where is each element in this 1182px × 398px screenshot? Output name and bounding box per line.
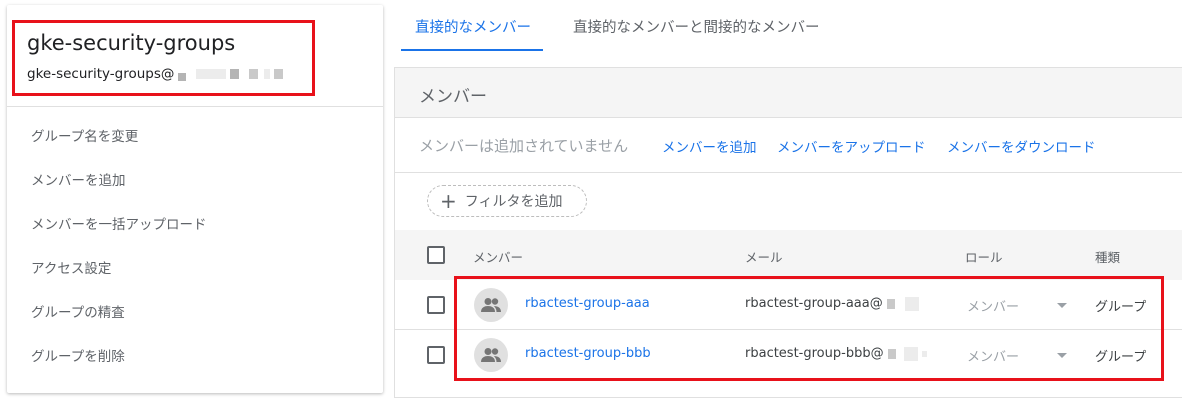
group-email-text: gke-security-groups@ — [27, 66, 175, 82]
column-header-role: ロール — [965, 250, 1003, 265]
member-type: グループ — [1095, 300, 1147, 315]
row-checkbox[interactable] — [427, 296, 445, 314]
member-type: グループ — [1095, 350, 1147, 365]
group-header: gke-security-groups gke-security-groups@ — [7, 5, 383, 107]
menu-item-add-member[interactable]: メンバーを追加 — [7, 159, 383, 203]
redacted-text — [887, 348, 896, 359]
tab-direct-members[interactable]: 直接的なメンバー — [415, 16, 531, 37]
group-icon — [481, 348, 501, 362]
members-panel: メンバー メンバーは追加されていません メンバーを追加 メンバーをアップロード … — [394, 67, 1182, 398]
redacted-text — [249, 69, 259, 79]
member-email: rbactest-group-aaa@ — [745, 296, 919, 311]
menu-item-bulk-upload-members[interactable]: メンバーを一括アップロード — [7, 203, 383, 247]
group-actions-menu: グループ名を変更 メンバーを追加 メンバーを一括アップロード アクセス設定 グル… — [7, 115, 383, 379]
menu-item-audit-group[interactable]: グループの精査 — [7, 291, 383, 335]
table-row: rbactest-group-aaa rbactest-group-aaa@ メ… — [395, 280, 1182, 330]
member-name-link[interactable]: rbactest-group-aaa — [525, 296, 650, 311]
role-dropdown[interactable]: メンバー — [967, 340, 1071, 370]
row-checkbox[interactable] — [427, 346, 445, 364]
avatar — [474, 338, 508, 372]
avatar — [474, 288, 508, 322]
add-member-link[interactable]: メンバーを追加 — [662, 136, 757, 156]
panel-title: メンバー — [419, 87, 487, 107]
redacted-text — [886, 298, 895, 309]
column-header-email: メール — [745, 250, 783, 265]
role-value: メンバー — [967, 300, 1020, 315]
menu-item-rename-group[interactable]: グループ名を変更 — [7, 115, 383, 159]
tab-direct-and-indirect-members[interactable]: 直接的なメンバーと間接的なメンバー — [573, 16, 820, 37]
column-header-type: 種類 — [1095, 250, 1121, 265]
column-header-member: メンバー — [473, 250, 524, 265]
role-value: メンバー — [967, 350, 1020, 365]
group-title: gke-security-groups — [27, 31, 236, 55]
menu-item-delete-group[interactable]: グループを削除 — [7, 335, 383, 379]
upload-members-link[interactable]: メンバーをアップロード — [777, 136, 926, 156]
redacted-text — [230, 69, 240, 79]
redacted-text — [274, 69, 284, 79]
add-filter-button[interactable]: + フィルタを追加 — [427, 185, 587, 217]
member-email-text: rbactest-group-aaa@ — [745, 296, 883, 311]
dropdown-arrow-icon — [1057, 303, 1067, 308]
menu-item-access-settings[interactable]: アクセス設定 — [7, 247, 383, 291]
members-actions-row: メンバーは追加されていません メンバーを追加 メンバーをアップロード メンバーを… — [395, 118, 1182, 173]
dropdown-arrow-icon — [1057, 353, 1067, 358]
group-sidebar-card: gke-security-groups gke-security-groups@… — [7, 5, 383, 393]
redacted-text — [903, 346, 918, 361]
add-filter-label: フィルタを追加 — [464, 194, 563, 210]
members-panel-header: メンバー — [395, 68, 1182, 118]
members-table-header: メンバー メール ロール 種類 — [395, 230, 1182, 280]
redacted-text — [178, 73, 187, 81]
redacted-text — [904, 296, 919, 311]
redacted-text — [196, 69, 227, 79]
member-name-link[interactable]: rbactest-group-bbb — [525, 346, 651, 361]
member-email: rbactest-group-bbb@ — [745, 346, 927, 361]
group-icon — [481, 298, 501, 312]
role-dropdown[interactable]: メンバー — [967, 290, 1071, 320]
group-email: gke-security-groups@ — [27, 66, 284, 82]
redacted-text — [264, 69, 271, 79]
select-all-checkbox[interactable] — [427, 246, 445, 264]
plus-icon: + — [440, 189, 457, 213]
active-tab-indicator — [401, 49, 543, 51]
member-email-text: rbactest-group-bbb@ — [745, 346, 884, 361]
download-members-link[interactable]: メンバーをダウンロード — [947, 136, 1096, 156]
table-row: rbactest-group-bbb rbactest-group-bbb@ メ… — [395, 330, 1182, 380]
redacted-text — [921, 350, 927, 357]
no-members-text: メンバーは追加されていません — [419, 137, 629, 155]
